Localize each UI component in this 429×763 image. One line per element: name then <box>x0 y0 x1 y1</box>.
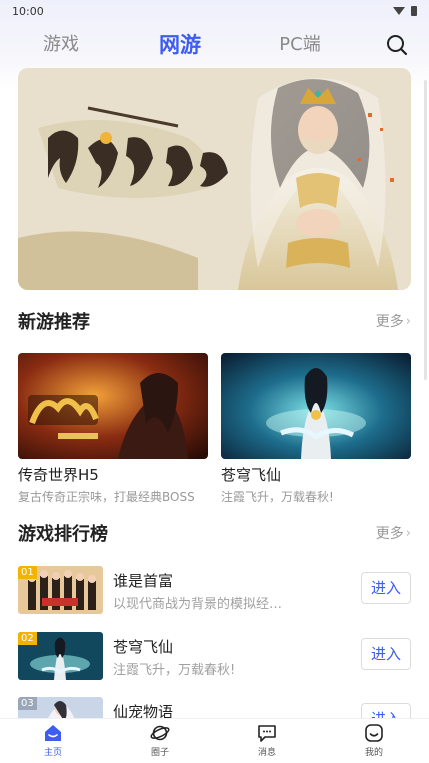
enter-button[interactable]: 进入 <box>361 572 411 604</box>
nav-label: 圈子 <box>150 748 169 758</box>
featured-banner[interactable] <box>18 68 411 290</box>
message-icon <box>258 725 276 742</box>
new-game-card[interactable]: 苍穹飞仙 注霞飞升，万载春秋! <box>221 353 411 505</box>
game-cover-image <box>18 353 208 459</box>
tab-games[interactable]: 游戏 <box>36 28 86 62</box>
wifi-icon <box>393 7 405 15</box>
rank-number: 03 <box>18 697 37 710</box>
game-thumbnail: 02 <box>18 632 103 680</box>
nav-label: 主页 <box>43 748 62 758</box>
scrollbar[interactable] <box>424 80 427 380</box>
game-banner-image <box>18 68 411 290</box>
ranking-header: 游戏排行榜 更多 › <box>18 518 411 548</box>
status-bar: 10:00 <box>0 0 429 22</box>
chevron-right-icon: › <box>405 525 411 541</box>
game-desc: 以现代商战为背景的模拟经营游戏 <box>113 597 293 612</box>
planet-icon <box>150 725 170 741</box>
game-desc: 注霞飞升，万载春秋! <box>113 663 236 678</box>
ranking-list: 01 谁是首富 以现代商战为背景的模拟经营游戏 进入 02 苍穹飞仙 注霞飞升，… <box>0 560 429 718</box>
home-icon <box>45 725 61 741</box>
nav-label: 消息 <box>257 748 276 758</box>
ranking-more-link[interactable]: 更多 › <box>376 523 411 543</box>
card-desc: 注霞飞升，万载春秋! <box>221 490 334 504</box>
new-game-card[interactable]: 传奇世界H5 复古传奇正宗味，打最经典BOSS <box>18 353 208 505</box>
rank-number: 01 <box>18 566 37 579</box>
ranking-row[interactable]: 01 谁是首富 以现代商战为背景的模拟经营游戏 进入 <box>18 566 411 614</box>
nav-home[interactable]: 主页 <box>23 723 83 761</box>
game-name: 谁是首富 <box>113 572 174 590</box>
more-label: 更多 <box>375 314 404 330</box>
profile-icon <box>365 724 383 742</box>
battery-icon <box>411 6 417 16</box>
search-icon[interactable] <box>386 34 408 56</box>
enter-button[interactable]: 进入 <box>361 638 411 670</box>
card-desc: 复古传奇正宗味，打最经典BOSS <box>18 490 195 504</box>
card-title: 苍穹飞仙 <box>221 466 282 484</box>
rank-number: 02 <box>18 632 37 645</box>
status-icons <box>393 6 417 16</box>
card-title: 传奇世界H5 <box>18 466 99 484</box>
status-time: 10:00 <box>12 4 44 18</box>
ranking-row[interactable]: 02 苍穹飞仙 注霞飞升，万载春秋! 进入 <box>18 632 411 680</box>
tab-pc[interactable]: PC端 <box>272 28 328 62</box>
new-games-more-link[interactable]: 更多 › <box>376 311 411 331</box>
nav-label: 我的 <box>364 748 383 758</box>
enter-button[interactable]: 进入 <box>361 703 411 718</box>
tab-online-games[interactable]: 网游 <box>152 28 208 62</box>
game-name: 仙宠物语 <box>113 703 174 718</box>
more-label: 更多 <box>375 526 404 542</box>
nav-messages[interactable]: 消息 <box>237 723 297 761</box>
game-thumbnail: 03 <box>18 697 103 718</box>
bottom-navigation: 主页 圈子 消息 我的 <box>0 718 429 763</box>
game-name: 苍穹飞仙 <box>113 638 174 656</box>
new-games-title: 新游推荐 <box>18 312 90 333</box>
new-games-header: 新游推荐 更多 › <box>18 306 411 336</box>
game-cover-image <box>221 353 411 459</box>
ranking-title: 游戏排行榜 <box>18 524 108 545</box>
game-thumbnail: 01 <box>18 566 103 614</box>
nav-profile[interactable]: 我的 <box>344 723 404 761</box>
chevron-right-icon: › <box>405 313 411 329</box>
top-tabs: 游戏 网游 PC端 <box>0 28 429 62</box>
nav-circle[interactable]: 圈子 <box>130 723 190 761</box>
ranking-row[interactable]: 03 仙宠物语 进入 <box>18 697 411 718</box>
